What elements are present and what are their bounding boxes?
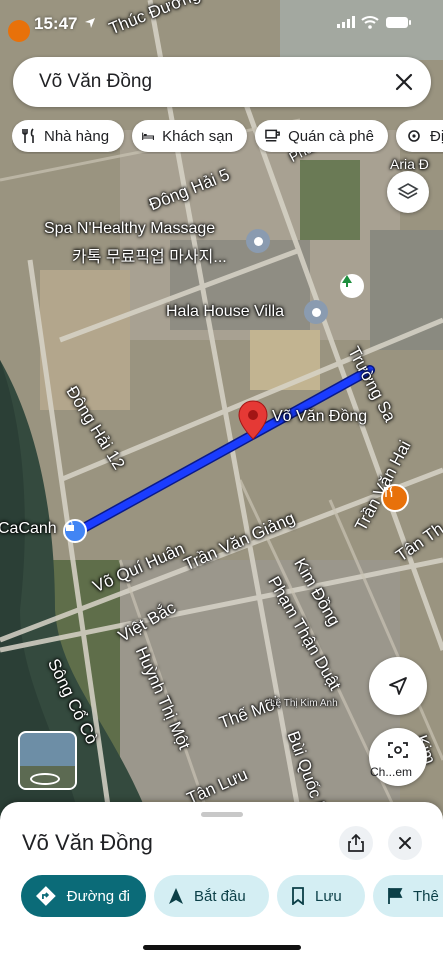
poi-label-spa[interactable]: Spa N'Healthy Massage bbox=[44, 220, 215, 238]
flag-icon bbox=[388, 888, 403, 904]
bookmark-icon bbox=[292, 887, 304, 905]
coffee-icon bbox=[265, 129, 280, 142]
street-view-thumbnail[interactable] bbox=[18, 731, 77, 790]
location-arrow-icon bbox=[85, 18, 95, 28]
share-icon bbox=[348, 834, 364, 852]
lock-icon bbox=[66, 521, 74, 531]
status-time: 15:47 bbox=[34, 14, 78, 33]
home-indicator[interactable] bbox=[143, 945, 301, 950]
battery-icon bbox=[386, 17, 411, 28]
close-icon bbox=[399, 837, 411, 849]
tree-icon bbox=[342, 275, 352, 287]
rotate-360-icon bbox=[30, 773, 60, 785]
layers-button[interactable] bbox=[387, 171, 429, 213]
chip-label: Nhà hàng bbox=[44, 127, 110, 145]
chip-hotels[interactable]: Khách sạn bbox=[132, 120, 247, 152]
share-button[interactable] bbox=[339, 826, 373, 860]
lens-label: Ch...em bbox=[370, 765, 413, 779]
poi-label-left: CaCanh bbox=[0, 520, 57, 537]
camera-search-icon bbox=[388, 742, 408, 758]
add-label-button[interactable]: Thê bbox=[373, 875, 443, 917]
chip-label: Khách sạn bbox=[162, 127, 233, 145]
poi-label-small: Lê Thị Kim Anh bbox=[270, 698, 338, 709]
poi-villa-marker[interactable] bbox=[304, 300, 328, 324]
status-bar: 15:47 bbox=[0, 0, 443, 48]
poi-spa-marker[interactable] bbox=[246, 229, 270, 253]
my-location-button[interactable] bbox=[369, 657, 427, 715]
shop-marker[interactable] bbox=[63, 519, 87, 543]
start-button[interactable]: Bắt đầu bbox=[154, 875, 269, 917]
layers-icon bbox=[397, 183, 419, 199]
bed-icon bbox=[142, 132, 154, 141]
category-chips: Nhà hàng Khách sạn Quán cà phê Đị bbox=[12, 120, 443, 154]
attraction-icon bbox=[408, 130, 420, 142]
chip-cafes[interactable]: Quán cà phê bbox=[255, 120, 388, 152]
close-icon[interactable] bbox=[391, 69, 417, 95]
poi-label-villa[interactable]: Hala House Villa bbox=[166, 303, 284, 321]
directions-label: Đường đi bbox=[66, 887, 130, 905]
place-title: Võ Văn Đồng bbox=[22, 830, 153, 855]
restaurant-marker[interactable] bbox=[381, 484, 409, 512]
wifi-icon bbox=[361, 16, 379, 29]
search-bar[interactable]: Võ Văn Đồng bbox=[13, 57, 431, 107]
fork-knife-icon bbox=[383, 486, 393, 497]
chip-label: Quán cà phê bbox=[288, 127, 374, 145]
selected-place-pin-icon[interactable] bbox=[238, 400, 268, 440]
navigation-arrow-icon bbox=[169, 888, 183, 904]
save-button[interactable]: Lưu bbox=[277, 875, 365, 917]
place-sheet[interactable]: Võ Văn Đồng Đường đi Bắt đầu Lưu Thê bbox=[0, 802, 443, 960]
selected-street-label[interactable]: Võ Văn Đồng bbox=[272, 408, 367, 426]
close-sheet-button[interactable] bbox=[388, 826, 422, 860]
add-label-label: Thê bbox=[413, 887, 439, 905]
chip-restaurants[interactable]: Nhà hàng bbox=[12, 120, 124, 152]
park-marker[interactable] bbox=[340, 274, 364, 298]
start-label: Bắt đầu bbox=[194, 887, 246, 905]
action-buttons: Đường đi Bắt đầu Lưu Thê bbox=[0, 875, 443, 919]
fork-knife-icon bbox=[22, 128, 34, 143]
chip-label: Đị bbox=[430, 127, 443, 145]
drag-handle[interactable] bbox=[201, 812, 243, 817]
chip-attractions[interactable]: Đị bbox=[396, 120, 443, 152]
signal-icon bbox=[337, 16, 355, 28]
save-label: Lưu bbox=[315, 887, 342, 905]
poi-label-aria: Aria Đ bbox=[390, 156, 429, 172]
navigation-arrow-icon bbox=[389, 677, 407, 695]
directions-button[interactable]: Đường đi bbox=[21, 875, 146, 917]
recent-restaurant-icon bbox=[8, 20, 30, 42]
poi-label-spa-sub: 카톡 무료픽업 마사지... bbox=[72, 249, 227, 266]
directions-icon bbox=[35, 886, 56, 906]
search-query[interactable]: Võ Văn Đồng bbox=[39, 71, 152, 93]
